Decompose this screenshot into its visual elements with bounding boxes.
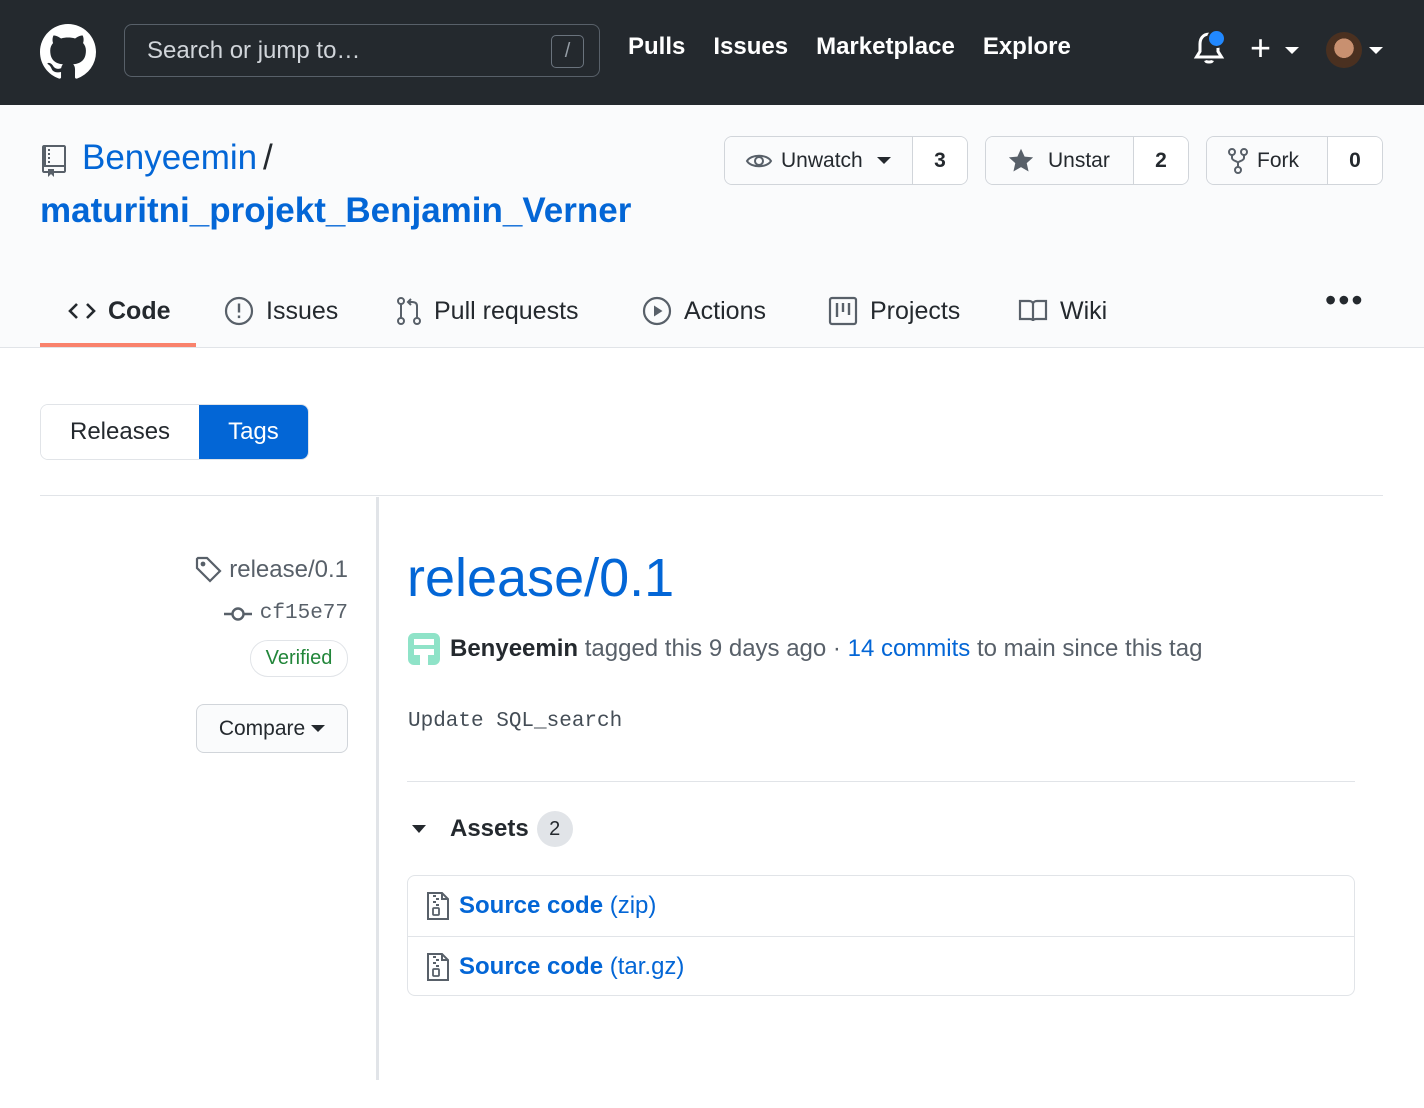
tab-projects-label: Projects <box>870 296 961 325</box>
book-icon <box>1018 299 1048 322</box>
compare-label: Compare <box>218 716 306 740</box>
tab-issues-label: Issues <box>266 296 339 325</box>
compare-button[interactable]: Compare <box>196 704 348 753</box>
assets-toggle[interactable]: Assets 2 <box>412 810 573 848</box>
repo-icon <box>42 145 66 177</box>
active-tab-underline <box>40 343 196 347</box>
unstar-button[interactable]: Unstar <box>986 137 1134 184</box>
tagged-action: tagged this <box>584 635 703 662</box>
release-title[interactable]: release/0.1 <box>407 547 674 609</box>
search-shortcut-key: / <box>551 35 584 68</box>
forks-count[interactable]: 0 <box>1328 137 1382 184</box>
user-menu-caret-icon[interactable] <box>1369 47 1383 54</box>
tag-name[interactable]: release/0.1 <box>195 556 348 584</box>
tag-message: Update SQL_search <box>408 710 623 733</box>
fork-icon <box>1228 147 1248 174</box>
releases-tab[interactable]: Releases <box>41 405 200 459</box>
timeline-divider <box>376 497 379 1080</box>
commit-sha-label: cf15e77 <box>259 602 348 625</box>
fork-button[interactable]: Fork <box>1207 137 1328 184</box>
git-commit-icon <box>223 606 252 621</box>
releases-tags-switch: Releases Tags <box>40 404 309 460</box>
assets-list: Source code (zip) Source code (tar.gz) <box>407 875 1355 996</box>
github-logo-icon[interactable] <box>40 24 96 80</box>
chevron-down-icon <box>311 725 326 732</box>
nav-explore[interactable]: Explore <box>983 33 1071 61</box>
nav-issues[interactable]: Issues <box>713 33 788 61</box>
notification-unread-dot <box>1207 29 1226 48</box>
asset-download-link[interactable]: Source code (tar.gz) <box>459 953 684 981</box>
git-pull-request-icon <box>397 297 421 325</box>
repo-path-separator: / <box>263 138 273 177</box>
triangle-down-icon <box>412 825 426 833</box>
stargazers-count[interactable]: 2 <box>1134 137 1188 184</box>
verified-badge[interactable]: Verified <box>250 640 348 677</box>
commit-sha[interactable]: cf15e77 <box>223 602 348 625</box>
create-new-caret-icon[interactable] <box>1285 47 1299 54</box>
author-name[interactable]: Benyeemin <box>450 635 578 663</box>
fork-label: Fork <box>1257 148 1299 172</box>
star-button-group: Unstar 2 <box>985 136 1189 185</box>
tab-wiki[interactable]: Wiki <box>990 275 1130 347</box>
assets-count-badge: 2 <box>536 811 573 847</box>
release-time: 9 days ago <box>708 635 827 662</box>
search-box[interactable]: / <box>124 24 600 77</box>
tab-actions-label: Actions <box>684 296 766 325</box>
file-zip-icon <box>427 892 449 920</box>
star-icon <box>1008 148 1034 171</box>
repo-owner-link[interactable]: Benyeemin <box>82 138 257 178</box>
tab-issues[interactable]: Issues <box>196 275 368 347</box>
repo-name-link[interactable]: maturitni_projekt_Benjamin_Verner <box>40 191 631 231</box>
tags-tab[interactable]: Tags <box>199 405 308 459</box>
eye-icon <box>745 154 773 167</box>
commits-since-suffix: to main since this tag <box>976 635 1203 662</box>
nav-pulls[interactable]: Pulls <box>628 33 685 61</box>
watch-button-group: Unwatch 3 <box>724 136 968 185</box>
release-byline: Benyeemin tagged this 9 days ago · 14 co… <box>408 632 1202 666</box>
tab-code-label: Code <box>108 296 171 325</box>
issue-opened-icon <box>224 296 254 326</box>
unwatch-button[interactable]: Unwatch <box>725 137 913 184</box>
project-icon <box>828 296 858 326</box>
assets-label: Assets <box>450 815 529 842</box>
asset-row[interactable]: Source code (tar.gz) <box>408 936 1354 995</box>
user-avatar[interactable] <box>1326 32 1362 68</box>
tag-name-label: release/0.1 <box>229 556 348 583</box>
byline-dot: · <box>832 635 841 662</box>
commits-since-link[interactable]: 14 commits <box>848 635 971 663</box>
tab-pull-requests-label: Pull requests <box>434 296 579 325</box>
global-nav: Pulls Issues Marketplace Explore <box>628 33 1099 61</box>
tab-wiki-label: Wiki <box>1060 296 1108 325</box>
watchers-count[interactable]: 3 <box>913 137 967 184</box>
repo-header: Benyeemin / maturitni_projekt_Benjamin_V… <box>0 105 1424 348</box>
tab-pull-requests[interactable]: Pull requests <box>368 275 614 347</box>
search-input[interactable] <box>147 35 537 67</box>
file-zip-icon <box>427 952 449 981</box>
fork-button-group: Fork 0 <box>1206 136 1383 185</box>
asset-download-link[interactable]: Source code (zip) <box>459 892 656 920</box>
divider <box>407 781 1355 782</box>
author-avatar[interactable] <box>408 633 440 665</box>
nav-marketplace[interactable]: Marketplace <box>816 33 955 61</box>
tag-icon <box>196 556 222 583</box>
code-icon <box>68 303 96 319</box>
unstar-label: Unstar <box>1048 148 1110 172</box>
play-icon <box>642 296 672 326</box>
chevron-down-icon <box>876 157 891 164</box>
repo-tabs: Code Issues Pull requests Actions Projec… <box>40 275 1130 347</box>
divider <box>40 495 1383 496</box>
tab-actions[interactable]: Actions <box>614 275 800 347</box>
more-options-icon[interactable]: ••• <box>1325 284 1365 316</box>
create-new-plus-icon[interactable]: + <box>1250 28 1271 68</box>
tab-projects[interactable]: Projects <box>800 275 990 347</box>
unwatch-label: Unwatch <box>781 148 863 172</box>
global-header: / Pulls Issues Marketplace Explore + <box>0 0 1424 105</box>
asset-row[interactable]: Source code (zip) <box>408 876 1354 936</box>
tab-code[interactable]: Code <box>40 275 196 347</box>
